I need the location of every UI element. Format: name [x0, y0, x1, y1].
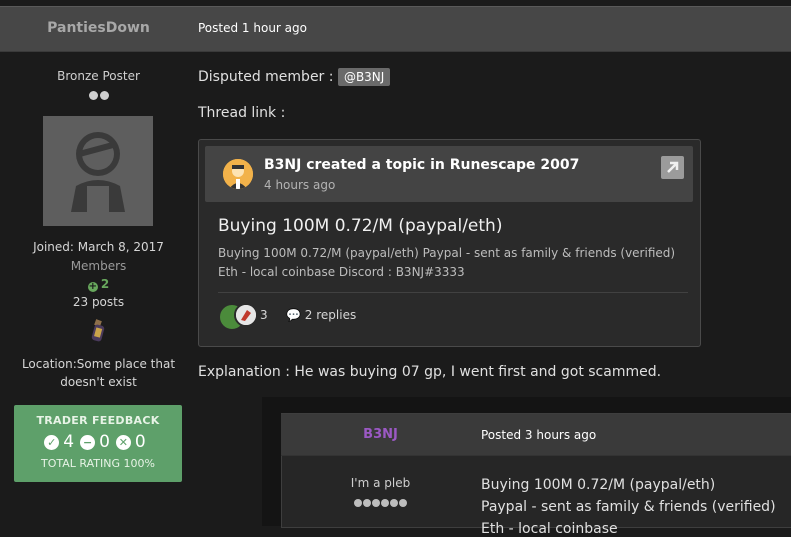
rank-pip: [390, 499, 398, 507]
quoted-post-line-2: Paypal - sent as family & friends (verif…: [481, 499, 776, 515]
location-label: Location:: [21, 357, 77, 371]
neutral-count: 0: [99, 432, 110, 452]
quoted-post-line-3: Eth - local coinbase: [481, 521, 618, 537]
comment-icon: 💬: [286, 308, 301, 322]
author-rank: Bronze Poster: [57, 69, 140, 83]
quoted-author-rank: I'm a pleb: [350, 476, 411, 490]
embed-divider: [218, 292, 688, 293]
reaction-thumb-icon: [236, 305, 256, 325]
mention-link[interactable]: @B3NJ: [337, 68, 391, 86]
arrow-up-right-icon: [667, 161, 679, 173]
embed-author-avatar[interactable]: [223, 159, 253, 189]
thread-link-label: Thread link :: [198, 105, 286, 121]
rank-pips: [0, 89, 197, 104]
quoted-post-timestamp[interactable]: Posted 3 hours ago: [481, 428, 596, 442]
rank-pip: [372, 499, 380, 507]
reaction-icon: [234, 303, 258, 327]
negative-count: 0: [134, 432, 146, 452]
author-location: Location:Some place that doesn't exist: [10, 355, 187, 391]
author-reputation: +2: [0, 277, 197, 292]
embed-header: [205, 146, 693, 202]
embed-headline[interactable]: B3NJ created a topic in Runescape 2007: [264, 157, 579, 173]
reputation-value: 2: [100, 277, 110, 291]
quoted-post-line-1: Buying 100M 0.72/M (paypal/eth): [481, 477, 716, 493]
rank-pip: [363, 499, 371, 507]
location-value: Some place that doesn't exist: [60, 357, 176, 389]
embed-time: 4 hours ago: [264, 178, 336, 192]
trader-feedback-total: TOTAL RATING 100%: [41, 457, 155, 470]
author-joined-date: Joined: March 8, 2017: [33, 240, 164, 254]
disputed-label: Disputed member :: [198, 69, 334, 85]
rank-pip: [381, 499, 389, 507]
trader-feedback-box[interactable]: TRADER FEEDBACK ✓ 4−0 ✕ 0 TOTAL RATING 100%: [14, 405, 182, 482]
x-circle-icon: ✕: [115, 435, 131, 450]
rank-pip: [99, 91, 109, 100]
replies-label: 2 replies: [304, 308, 357, 322]
reaction-count: 3: [260, 308, 268, 322]
trader-feedback-counts: ✓ 4−0 ✕ 0: [14, 432, 182, 452]
user-avatar-icon: [223, 159, 253, 189]
disputed-member-line: Disputed member : @B3NJ: [198, 68, 391, 86]
default-user-icon: [43, 116, 153, 226]
plus-circle-icon: +: [87, 281, 98, 292]
quoted-post-author[interactable]: B3NJ: [281, 427, 480, 442]
author-post-count: 23 posts: [72, 295, 125, 309]
external-link-icon[interactable]: [661, 156, 684, 179]
check-circle-icon: ✓: [44, 435, 60, 450]
quoted-rank-pips: [281, 496, 480, 511]
trader-feedback-title: TRADER FEEDBACK: [36, 414, 160, 427]
post-timestamp[interactable]: Posted 1 hour ago: [198, 21, 307, 35]
explanation-text: Explanation : He was buying 07 gp, I wen…: [198, 364, 662, 380]
positive-count: 4: [63, 432, 75, 452]
rank-pip: [354, 499, 362, 507]
author-badge-icon: [88, 318, 108, 344]
rank-pip: [399, 499, 407, 507]
embed-body: Buying 100M 0.72/M (paypal/eth) Paypal -…: [218, 246, 676, 279]
minus-circle-icon: −: [80, 435, 96, 450]
replies-count: 💬 2 replies: [286, 308, 356, 322]
badge-icon: [91, 319, 105, 342]
author-group: Members: [70, 259, 127, 273]
author-avatar[interactable]: [43, 116, 153, 226]
post-author-name[interactable]: PantiesDown: [0, 20, 197, 36]
rank-pip: [88, 91, 98, 100]
embed-title[interactable]: Buying 100M 0.72/M (paypal/eth): [218, 216, 502, 236]
